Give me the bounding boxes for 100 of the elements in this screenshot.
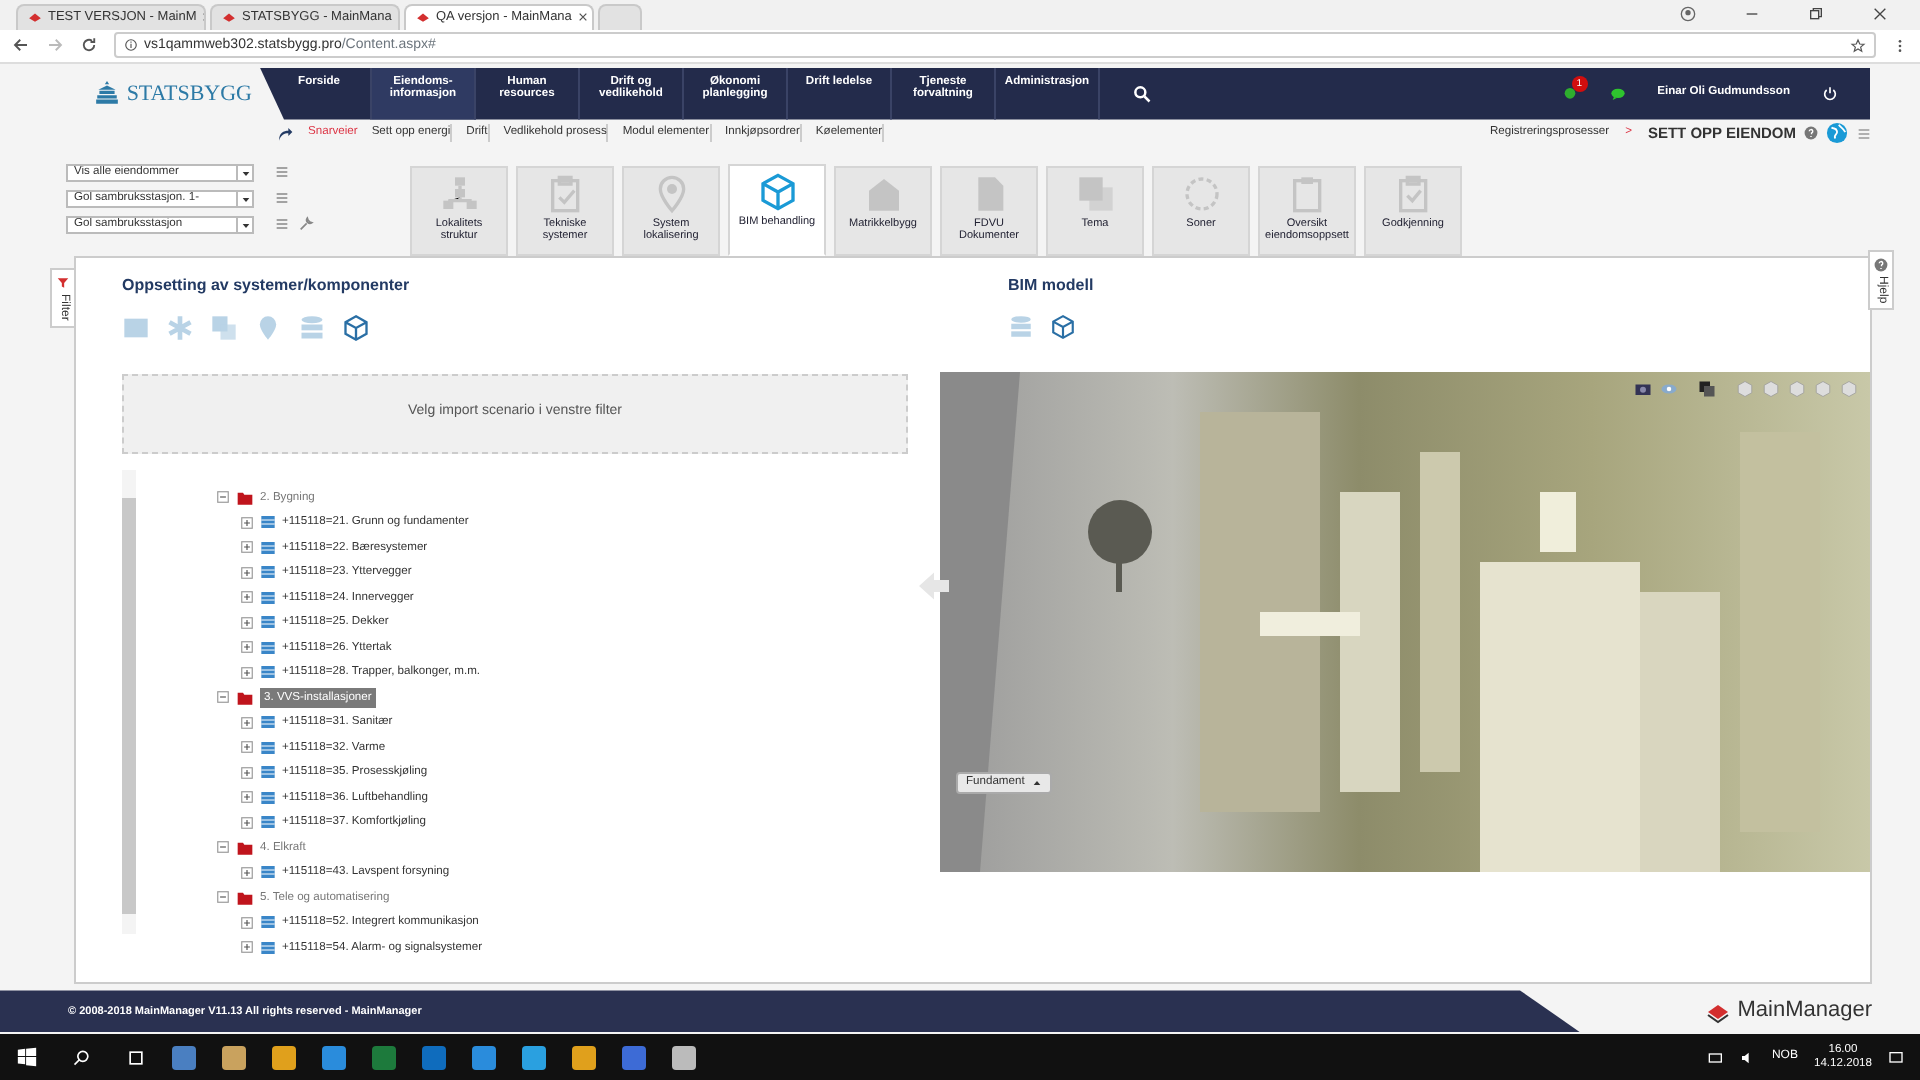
logo-text: STATSBYGG — [126, 79, 252, 110]
squares-icon — [1075, 173, 1115, 214]
expand-icon[interactable] — [240, 740, 254, 755]
logo-icon — [416, 10, 430, 25]
notification-icon[interactable] — [1888, 1049, 1904, 1066]
profile-icon[interactable] — [1680, 6, 1696, 23]
menu-icon[interactable] — [1856, 125, 1872, 142]
expand-icon[interactable] — [240, 815, 254, 830]
dropdown-caret-icon[interactable] — [236, 165, 252, 180]
expand-icon[interactable] — [240, 665, 254, 680]
restore-icon[interactable] — [1808, 6, 1824, 23]
close-icon[interactable] — [1872, 6, 1888, 23]
expand-icon[interactable] — [240, 765, 254, 780]
table-icon — [260, 564, 276, 581]
chat-icon[interactable] — [1609, 85, 1626, 102]
cube-icon[interactable] — [342, 313, 370, 342]
list-icon[interactable] — [274, 190, 290, 207]
expand-icon[interactable] — [240, 515, 254, 530]
funnel-icon — [56, 275, 70, 290]
table-icon — [260, 614, 276, 631]
cube-icon — [757, 171, 797, 212]
shortcut-arrow-icon[interactable] — [276, 125, 294, 142]
scrollbar[interactable] — [122, 469, 136, 934]
app-icon[interactable] — [572, 1045, 596, 1070]
panel-title: Oppsetting av systemer/komponenter — [122, 273, 412, 298]
app-icon[interactable] — [472, 1045, 496, 1070]
table-icon — [260, 789, 276, 806]
clipboard-icon — [545, 173, 585, 214]
collapse-icon[interactable] — [216, 890, 230, 905]
help-icon[interactable] — [1804, 126, 1818, 141]
star-icon[interactable] — [1850, 37, 1866, 54]
windows-logo-icon[interactable] — [16, 1046, 38, 1069]
dashed-circle-icon — [1181, 173, 1221, 214]
table-icon — [260, 764, 276, 781]
list-icon[interactable] — [274, 164, 290, 181]
clipboard-icon — [1287, 173, 1327, 214]
globe-icon[interactable] — [1826, 122, 1848, 145]
table-icon — [260, 639, 276, 656]
folder-icon — [236, 839, 254, 856]
network-icon[interactable] — [1707, 1049, 1724, 1066]
expand-icon[interactable] — [240, 565, 254, 580]
app-icon[interactable] — [522, 1045, 546, 1070]
logo-icon — [28, 10, 42, 25]
info-icon — [124, 38, 138, 53]
table-icon — [260, 664, 276, 681]
caret-up-icon — [1032, 777, 1043, 788]
expand-icon[interactable] — [240, 540, 254, 555]
app-icon[interactable] — [322, 1045, 346, 1070]
expand-icon[interactable] — [240, 640, 254, 655]
app-icon[interactable] — [672, 1045, 696, 1070]
folder-icon — [236, 889, 254, 906]
app-icon[interactable] — [172, 1045, 196, 1070]
brand-name: MainManager — [1737, 996, 1872, 1027]
app-icon[interactable] — [222, 1045, 246, 1070]
table-icon — [260, 739, 276, 756]
logo-icon — [1705, 999, 1730, 1024]
logo-icon — [222, 10, 236, 25]
cube-icon[interactable] — [1050, 313, 1076, 340]
table-icon — [260, 814, 276, 831]
panel-title: BIM modell — [1008, 273, 1096, 298]
expand-icon[interactable] — [240, 715, 254, 730]
list-icon[interactable] — [274, 216, 290, 233]
folder-icon — [236, 489, 254, 506]
expand-icon[interactable] — [240, 790, 254, 805]
dropdown-caret-icon[interactable] — [236, 217, 252, 232]
table-icon — [260, 589, 276, 606]
close-icon[interactable] — [577, 12, 588, 23]
camera-icon[interactable] — [1634, 379, 1652, 398]
left-arrow-icon[interactable] — [916, 567, 952, 604]
reload-icon[interactable] — [80, 36, 98, 55]
search-icon[interactable] — [1132, 83, 1152, 104]
expand-icon[interactable] — [240, 915, 254, 930]
table-icon — [260, 514, 276, 531]
forward-icon[interactable] — [46, 36, 64, 55]
expand-icon[interactable] — [240, 865, 254, 880]
expand-icon[interactable] — [240, 590, 254, 605]
collapse-icon[interactable] — [216, 840, 230, 855]
collapse-icon[interactable] — [216, 490, 230, 505]
task-view-icon[interactable] — [126, 1047, 146, 1068]
help-icon — [1874, 257, 1888, 272]
search-icon[interactable] — [72, 1047, 92, 1068]
expand-icon[interactable] — [240, 940, 254, 955]
expand-icon[interactable] — [240, 615, 254, 630]
house-icon — [863, 173, 903, 214]
table-icon — [260, 864, 276, 881]
table-icon — [260, 539, 276, 556]
collapse-icon[interactable] — [216, 690, 230, 705]
power-icon[interactable] — [1822, 85, 1838, 102]
checklist-icon — [1393, 173, 1433, 214]
layers-icon[interactable] — [1698, 379, 1716, 398]
dropdown-caret-icon[interactable] — [236, 191, 252, 206]
org-chart-icon — [439, 173, 479, 214]
wrench-icon[interactable] — [298, 216, 314, 233]
folder-icon — [236, 689, 254, 706]
app-icon[interactable] — [272, 1045, 296, 1070]
eye-icon[interactable] — [1660, 379, 1678, 398]
back-icon[interactable] — [12, 36, 30, 55]
building-icon — [94, 80, 121, 107]
table-icon — [260, 914, 276, 931]
table-icon — [260, 714, 276, 731]
